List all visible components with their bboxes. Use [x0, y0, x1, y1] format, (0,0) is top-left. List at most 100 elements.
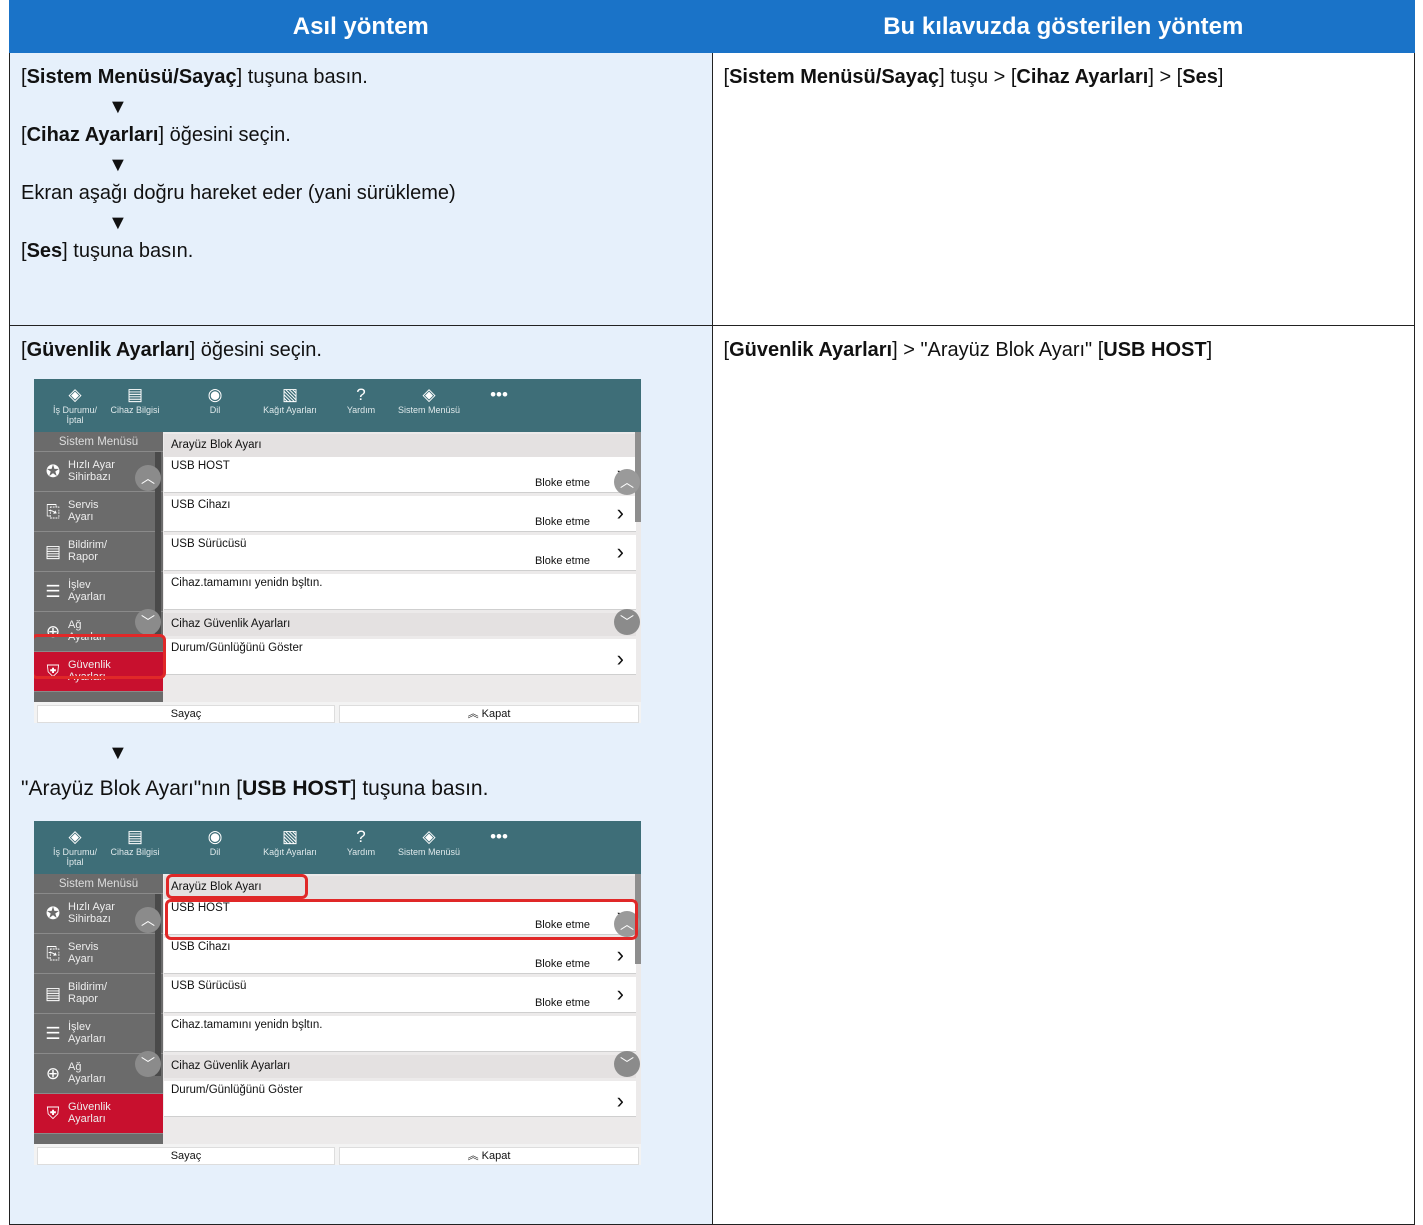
help-icon: ? — [356, 827, 366, 846]
restart-note: Cihaz.tamamını yenidn bşltın. — [164, 1016, 636, 1052]
setting-row[interactable]: USB Sürücüsü Bloke etme › — [164, 535, 636, 571]
setting-value: Bloke etme — [534, 477, 590, 489]
sidebar-item[interactable]: ⛨ Güvenlik Ayarları — [34, 1094, 163, 1134]
down-arrow-icon: ▼ — [108, 742, 128, 764]
system-menu-icon: ◈ — [422, 385, 436, 404]
toolbar-item[interactable]: ••• — [464, 827, 534, 847]
sidebar-item[interactable]: ⎘ Servis Ayarı — [34, 492, 163, 532]
toolbar-item[interactable]: ▤ Cihaz Bilgisi — [100, 827, 170, 857]
panel-screenshot-usb-host: ◈ İş Durumu/ İptal ▤ Cihaz Bilgisi ◉ Dil ▧ Kağı… — [34, 821, 641, 1165]
setting-row[interactable]: USB Cihazı Bloke etme › — [164, 938, 636, 974]
setting-row[interactable]: Durum/Günlüğünü Göster › — [164, 1081, 636, 1117]
section-header: Cihaz Güvenlik Ayarları — [164, 1055, 636, 1078]
toolbar-item[interactable]: ? Yardım — [326, 385, 396, 415]
device-icon: ▤ — [126, 385, 144, 404]
toolbar-item[interactable]: ▤ Cihaz Bilgisi — [100, 385, 170, 415]
row2-guide-text: [Güvenlik Ayarları] > "Arayüz Blok Ayarı… — [723, 339, 1213, 361]
toolbar-item[interactable]: ◉ Dil — [180, 827, 250, 857]
function-list-icon: ☰ — [45, 1024, 61, 1043]
close-button-label: Kapat — [481, 1150, 511, 1162]
top-toolbar: ◈ İş Durumu/ İptal ▤ Cihaz Bilgisi ◉ Dil ▧ Kağı… — [34, 821, 641, 874]
chevron-right-icon: › — [616, 646, 624, 671]
setting-row[interactable]: USB Cihazı Bloke etme › — [164, 496, 636, 532]
row1-step1: [Sistem Menüsü/Sayaç] tuşuna basın. — [21, 66, 368, 88]
section-header: Arayüz Blok Ayarı — [164, 434, 636, 457]
setting-row[interactable]: USB Sürücüsü Bloke etme › — [164, 977, 636, 1013]
toolbar-item[interactable]: ? Yardım — [326, 827, 396, 857]
toolbar-item[interactable]: ▧ Kağıt Ayarları — [255, 827, 325, 857]
scroll-up-icon[interactable]: ︿ — [135, 465, 161, 491]
sidebar-item[interactable]: ⎘ Servis Ayarı — [34, 934, 163, 974]
sidebar-item[interactable]: ☰ İşlev Ayarları — [34, 572, 163, 612]
row1-step4: [Ses] tuşuna basın. — [21, 240, 194, 262]
sidebar-item[interactable]: ☰ İşlev Ayarları — [34, 1014, 163, 1054]
more-icon: ••• — [490, 827, 508, 846]
sidebar-title: Sistem Menüsü — [34, 432, 163, 452]
sidebar-item-label: Güvenlik Ayarları — [68, 1101, 111, 1125]
header-actual-method: Asıl yöntem — [9, 0, 713, 53]
sidebar-item-label: Servis Ayarı — [68, 941, 99, 965]
network-icon: ⊕ — [45, 1064, 61, 1083]
close-button[interactable]: ︽ Kapat — [339, 1147, 639, 1165]
scroll-down-icon[interactable]: ﹀ — [614, 1051, 640, 1077]
sidebar-item-label: Bildirim/ Rapor — [68, 981, 108, 1005]
scroll-down-icon[interactable]: ﹀ — [135, 1051, 161, 1077]
toolbar-item-label: Dil — [209, 405, 221, 415]
row1-steps-cell: [Sistem Menüsü/Sayaç] tuşuna basın. ▼ [C… — [9, 52, 713, 326]
service-icon: ⎘ — [46, 944, 60, 963]
scroll-up-icon[interactable]: ︿ — [135, 907, 161, 933]
chevron-right-icon: › — [616, 942, 624, 967]
sidebar-item-label: İşlev Ayarları — [68, 1021, 106, 1045]
setting-row[interactable]: USB HOSTBloke etme› — [164, 457, 636, 493]
chevron-right-icon: › — [616, 539, 624, 564]
chevron-up-double-icon: ︽ — [467, 1150, 482, 1162]
sidebar-title: Sistem Menüsü — [34, 874, 163, 894]
panel-screenshot-security: ◈ İş Durumu/ İptal ▤ Cihaz Bilgisi ◉ Dil ▧ Kağı… — [34, 379, 641, 723]
toolbar-item-label: Yardım — [346, 847, 376, 857]
scroll-down-icon[interactable]: ﹀ — [614, 609, 640, 635]
toolbar-item[interactable]: ••• — [464, 385, 534, 405]
report-icon: ▤ — [44, 542, 62, 561]
wizard-icon: ✪ — [45, 904, 61, 923]
paper-icon: ▧ — [281, 385, 299, 404]
counter-button[interactable]: Sayaç — [37, 705, 335, 723]
toolbar-item-label: Kağıt Ayarları — [263, 847, 317, 857]
setting-value: Bloke etme — [534, 516, 590, 528]
comparison-table: Asıl yöntem Bu kılavuzda gösterilen yönt… — [9, 0, 1415, 1225]
down-arrow-icon: ▼ — [108, 96, 128, 118]
toolbar-item[interactable]: ▧ Kağıt Ayarları — [255, 385, 325, 415]
device-icon: ▤ — [126, 827, 144, 846]
setting-name: USB HOST — [171, 460, 230, 472]
sidebar-item-label: Servis Ayarı — [68, 499, 99, 523]
row2-guide-cell: [Güvenlik Ayarları] > "Arayüz Blok Ayarı… — [711, 325, 1415, 1225]
toolbar-item[interactable]: ◉ Dil — [180, 385, 250, 415]
more-icon: ••• — [490, 385, 508, 404]
system-menu-icon: ◈ — [422, 827, 436, 846]
setting-name: USB Cihazı — [171, 941, 231, 953]
toolbar-item[interactable]: ◈ Sistem Menüsü — [394, 385, 464, 415]
scroll-down-icon[interactable]: ﹀ — [135, 609, 161, 635]
sidebar-item[interactable]: ▤ Bildirim/ Rapor — [34, 974, 163, 1014]
toolbar-item[interactable]: ◈ Sistem Menüsü — [394, 827, 464, 857]
close-button-label: Kapat — [481, 708, 511, 720]
row1-guide-cell: [Sistem Menüsü/Sayaç] tuşu > [Cihaz Ayar… — [711, 52, 1415, 326]
setting-name: USB Sürücüsü — [171, 538, 247, 550]
row2-step1: [Güvenlik Ayarları] öğesini seçin. — [21, 339, 322, 361]
setting-name: USB Sürücüsü — [171, 980, 247, 992]
paper-icon: ▧ — [281, 827, 299, 846]
close-button[interactable]: ︽ Kapat — [339, 705, 639, 723]
setting-value: Bloke etme — [534, 555, 590, 567]
toolbar-item-label: Kağıt Ayarları — [263, 405, 317, 415]
sidebar-item[interactable]: ▤ Bildirim/ Rapor — [34, 532, 163, 572]
scroll-up-icon[interactable]: ︿ — [614, 469, 640, 495]
row1-step3: Ekran aşağı doğru hareket eder (yani sür… — [21, 182, 456, 204]
setting-value: Bloke etme — [534, 958, 590, 970]
header-guide-method: Bu kılavuzda gösterilen yöntem — [711, 0, 1415, 53]
report-icon: ▤ — [44, 984, 62, 1003]
down-arrow-icon: ▼ — [108, 212, 128, 234]
counter-button[interactable]: Sayaç — [37, 1147, 335, 1165]
setting-row[interactable]: Durum/Günlüğünü Göster › — [164, 639, 636, 675]
function-list-icon: ☰ — [45, 582, 61, 601]
setting-value: Bloke etme — [534, 997, 590, 1009]
highlight-frame — [166, 874, 308, 899]
